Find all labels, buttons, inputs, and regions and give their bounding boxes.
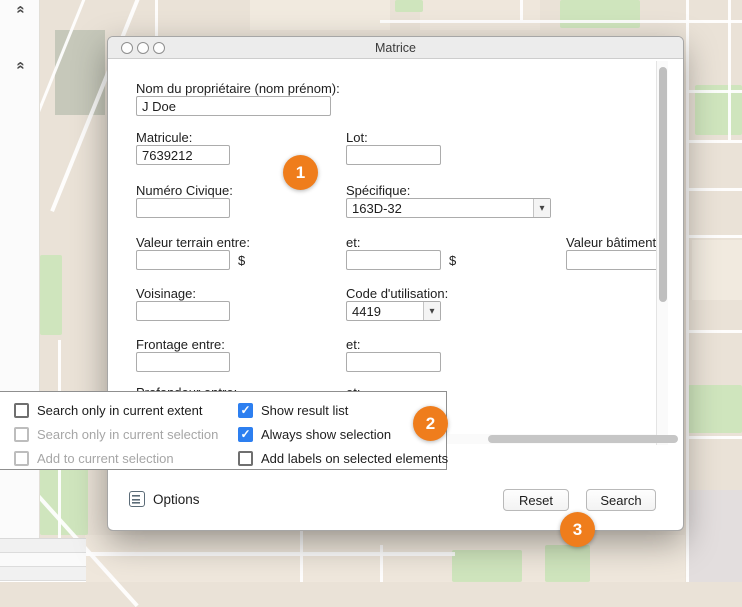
- chevron-down-icon[interactable]: ▾: [423, 302, 440, 320]
- valeur-terrain-et-label: et:: [346, 235, 360, 250]
- search-options-panel: Search only in current extent Search onl…: [0, 391, 447, 470]
- map-block: [692, 240, 742, 300]
- dialog-titlebar[interactable]: Matrice: [108, 37, 683, 59]
- checkbox-search-current-selection[interactable]: Search only in current selection: [14, 425, 218, 443]
- valeur-batiment-input[interactable]: [566, 250, 658, 270]
- map-road: [686, 436, 742, 439]
- frontage-et-label: et:: [346, 337, 360, 352]
- collapsed-sidebar: « «: [0, 0, 40, 582]
- map-road: [686, 235, 742, 238]
- code-utilisation-label: Code d'utilisation:: [346, 286, 448, 301]
- owner-label: Nom du propriétaire (nom prénom):: [136, 81, 340, 96]
- map-park: [452, 550, 522, 582]
- frontage-et-input[interactable]: [346, 352, 441, 372]
- step-badge-1: 1: [283, 155, 318, 190]
- code-utilisation-dropdown[interactable]: 4419 ▾: [346, 301, 441, 321]
- valeur-terrain-input[interactable]: [136, 250, 230, 270]
- checkbox-icon[interactable]: [238, 451, 253, 466]
- checkbox-icon[interactable]: ✓: [238, 403, 253, 418]
- specifique-label: Spécifique:: [346, 183, 410, 198]
- specifique-value: 163D-32: [347, 201, 533, 216]
- checkbox-icon[interactable]: [14, 427, 29, 442]
- owner-input[interactable]: [136, 96, 331, 116]
- checkbox-label: Show result list: [261, 403, 348, 418]
- map-block: [250, 0, 390, 30]
- map-road: [686, 330, 742, 333]
- matricule-label: Matricule:: [136, 130, 192, 145]
- options-button[interactable]: Options: [129, 487, 200, 511]
- map-road: [686, 140, 742, 143]
- map-block: [85, 535, 685, 582]
- checkbox-always-show-selection[interactable]: ✓ Always show selection: [238, 425, 391, 443]
- checkbox-label: Add labels on selected elements: [261, 451, 448, 466]
- lot-input[interactable]: [346, 145, 441, 165]
- checkbox-icon[interactable]: [14, 403, 29, 418]
- map-park: [688, 385, 742, 433]
- collapse-panel-button-top[interactable]: «: [8, 1, 34, 17]
- checkbox-label: Add to current selection: [37, 451, 174, 466]
- step-badge-3: 3: [560, 512, 595, 547]
- map-road: [300, 531, 303, 582]
- frontage-label: Frontage entre:: [136, 337, 225, 352]
- chevron-down-icon[interactable]: ▾: [533, 199, 550, 217]
- civic-number-input[interactable]: [136, 198, 230, 218]
- map-road: [380, 545, 383, 582]
- legend-corner-rows: [0, 538, 86, 582]
- valeur-terrain-et-input[interactable]: [346, 250, 441, 270]
- checkbox-show-result-list[interactable]: ✓ Show result list: [238, 401, 348, 419]
- specifique-dropdown[interactable]: 163D-32 ▾: [346, 198, 551, 218]
- map-park: [545, 545, 590, 582]
- voisinage-label: Voisinage:: [136, 286, 196, 301]
- vertical-scrollbar-thumb[interactable]: [659, 67, 667, 302]
- options-list-icon: [129, 491, 145, 507]
- dollar-sign: $: [449, 253, 456, 268]
- checkbox-add-labels-selected[interactable]: Add labels on selected elements: [238, 449, 448, 467]
- voisinage-input[interactable]: [136, 301, 230, 321]
- map-road: [686, 90, 742, 93]
- valeur-batiment-label: Valeur bâtiment: [566, 235, 658, 250]
- checkbox-icon[interactable]: [14, 451, 29, 466]
- valeur-terrain-label: Valeur terrain entre:: [136, 235, 250, 250]
- reset-button[interactable]: Reset: [503, 489, 569, 511]
- frontage-input[interactable]: [136, 352, 230, 372]
- checkbox-label: Search only in current selection: [37, 427, 218, 442]
- collapse-panel-button-second[interactable]: «: [8, 57, 34, 73]
- legend-row: [0, 539, 86, 553]
- map-block: [688, 490, 742, 582]
- search-button[interactable]: Search: [586, 489, 656, 511]
- legend-row: [0, 567, 86, 581]
- options-button-label: Options: [153, 492, 200, 507]
- lot-label: Lot:: [346, 130, 368, 145]
- map-road: [520, 0, 523, 20]
- map-road: [85, 552, 455, 556]
- map-road: [380, 20, 742, 23]
- horizontal-scrollbar-thumb[interactable]: [488, 435, 678, 443]
- map-park: [40, 255, 62, 335]
- civic-number-label: Numéro Civique:: [136, 183, 233, 198]
- map-road: [686, 0, 689, 582]
- map-road: [155, 0, 158, 36]
- checkbox-icon[interactable]: ✓: [238, 427, 253, 442]
- dollar-sign: $: [238, 253, 245, 268]
- double-chevron-up-icon: «: [14, 5, 29, 13]
- map-park: [395, 0, 423, 12]
- vertical-scrollbar[interactable]: [656, 61, 668, 445]
- double-chevron-up-icon: «: [14, 61, 29, 69]
- dialog-title: Matrice: [108, 37, 683, 59]
- step-badge-2: 2: [413, 406, 448, 441]
- checkbox-search-current-extent[interactable]: Search only in current extent: [14, 401, 202, 419]
- checkbox-label: Always show selection: [261, 427, 391, 442]
- map-road: [686, 188, 742, 191]
- checkbox-add-to-selection[interactable]: Add to current selection: [14, 449, 174, 467]
- map-park: [560, 0, 640, 28]
- legend-row: [0, 553, 86, 567]
- code-utilisation-value: 4419: [347, 304, 423, 319]
- matricule-input[interactable]: [136, 145, 230, 165]
- checkbox-label: Search only in current extent: [37, 403, 202, 418]
